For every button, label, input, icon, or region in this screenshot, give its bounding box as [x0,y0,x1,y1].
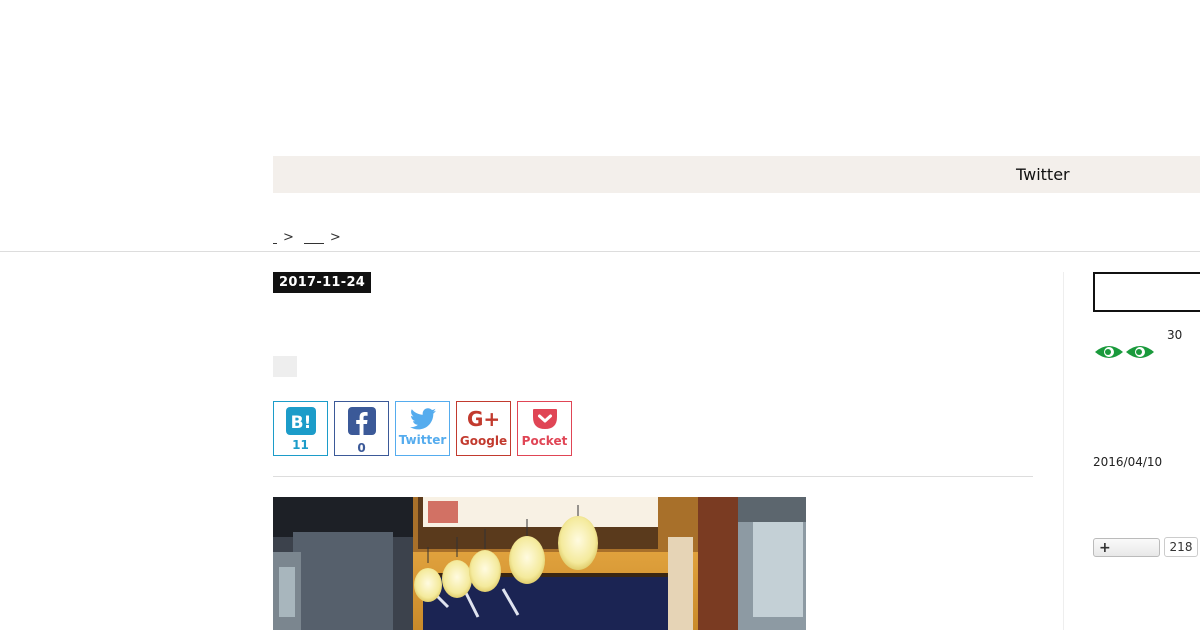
google-share-label: Google [459,434,508,448]
breadcrumb: > > [273,230,341,245]
sidebar-border [1063,272,1064,630]
article-date-badge: 2017-11-24 [273,272,372,293]
facebook-icon [347,407,376,435]
sidebar-date: 2016/04/10 [1093,455,1163,469]
twitter-share-button[interactable]: Twitter [395,401,450,456]
header-nav-bar: Twitter [273,156,1200,193]
follow-button[interactable]: + [1093,538,1160,557]
plus-icon: + [1099,540,1111,556]
pocket-share-button[interactable]: Pocket [517,401,572,456]
breadcrumb-home-link[interactable] [273,231,277,244]
article-photo [273,497,806,630]
svg-text:B!: B! [290,413,311,433]
twitter-share-label: Twitter [398,433,447,447]
svg-text:G+: G+ [467,407,500,431]
share-buttons: B! 11 0 Twitter G+ Google Pocket [273,401,572,456]
breadcrumb-category-link[interactable] [303,231,324,244]
breadcrumb-separator: > [283,230,294,245]
breadcrumb-separator: > [329,230,341,245]
hatena-bookmark-icon: B! [285,407,316,435]
nav-twitter-link[interactable]: Twitter [1016,165,1070,184]
facebook-count: 0 [357,441,366,455]
google-plus-share-button[interactable]: G+ Google [456,401,511,456]
google-plus-icon: G+ [467,407,500,431]
reader-counter: 30 [1167,328,1183,342]
facebook-share-button[interactable]: 0 [334,401,389,456]
follower-count: 218 [1164,537,1198,557]
content-divider [273,476,1033,477]
sidebar-search-box[interactable] [1093,272,1200,312]
category-tag[interactable] [273,356,297,377]
twitter-bird-icon [409,408,436,430]
header-divider [0,251,1200,252]
hatena-count: 11 [292,438,309,452]
pocket-icon [532,409,557,429]
hatena-share-button[interactable]: B! 11 [273,401,328,456]
eyes-icon [1094,342,1156,362]
pocket-share-label: Pocket [521,434,568,448]
